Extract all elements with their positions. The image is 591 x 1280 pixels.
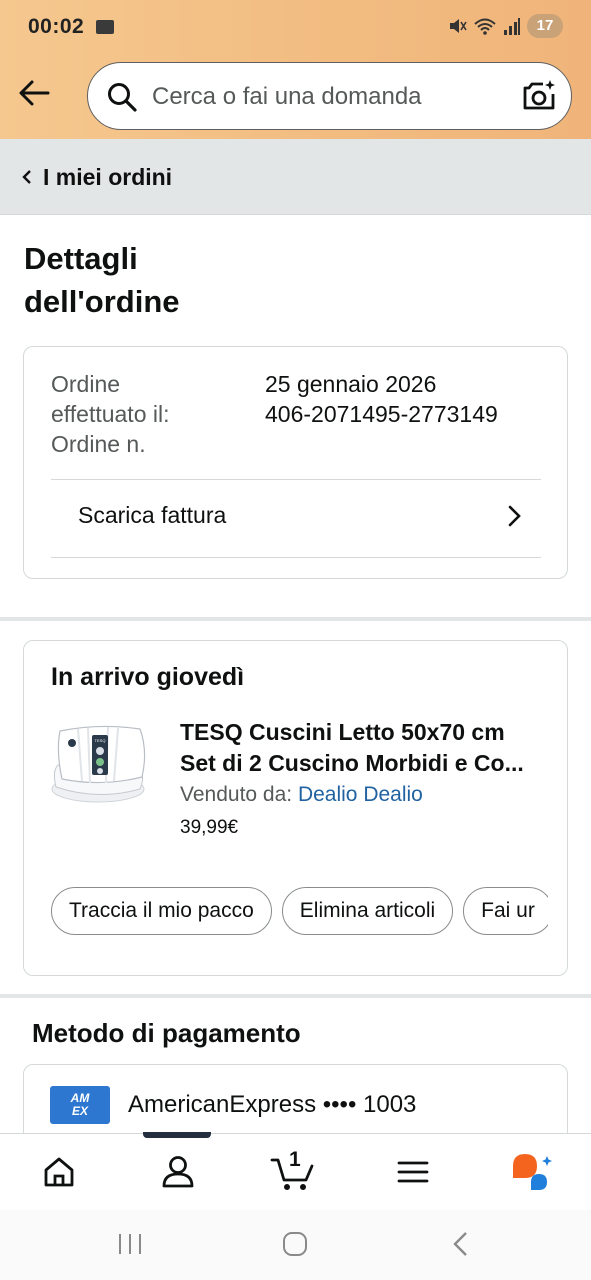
order-info-card: Ordine effettuato il: Ordine n. 25 genna… bbox=[23, 346, 568, 579]
search-icon bbox=[108, 83, 137, 112]
mute-icon bbox=[450, 19, 467, 33]
page-title-line1: Dettagli bbox=[24, 241, 138, 276]
order-placed-label-line1: Ordine bbox=[51, 371, 121, 397]
status-time: 00:02 bbox=[28, 15, 85, 38]
download-invoice-row[interactable]: Scarica fattura bbox=[51, 480, 541, 558]
payment-method-title: Metodo di pagamento bbox=[32, 1018, 301, 1048]
product-title-line1: TESQ Cuscini Letto 50x70 cm bbox=[180, 719, 505, 745]
user-icon[interactable] bbox=[161, 1152, 195, 1192]
seller-link[interactable]: Dealio Dealio bbox=[298, 783, 423, 806]
cart-button[interactable]: 1 bbox=[270, 1148, 318, 1192]
order-number-label: Ordine n. bbox=[51, 431, 146, 457]
page-title-line2: dell'ordine bbox=[24, 284, 180, 319]
bottom-nav: 1 bbox=[0, 1132, 591, 1210]
battery-badge: 17 bbox=[527, 14, 563, 38]
more-action-button[interactable]: Fai ur bbox=[463, 887, 548, 935]
amex-logo: AM EX bbox=[50, 1086, 110, 1124]
product-image[interactable]: TESQ bbox=[48, 721, 156, 809]
payment-card-text: AmericanExpress •••• 1003 bbox=[128, 1091, 417, 1118]
chevron-left-icon bbox=[22, 170, 31, 184]
product-price: 39,99€ bbox=[180, 817, 239, 838]
cart-count: 1 bbox=[289, 1148, 301, 1171]
menu-icon[interactable] bbox=[396, 1152, 430, 1192]
order-date: 25 gennaio 2026 bbox=[265, 371, 437, 397]
chevron-right-icon bbox=[508, 505, 521, 527]
home-button-icon[interactable] bbox=[282, 1231, 308, 1257]
system-back-icon[interactable] bbox=[450, 1231, 472, 1257]
order-labels: Ordine effettuato il: Ordine n. bbox=[51, 369, 170, 459]
remove-items-button[interactable]: Elimina articoli bbox=[281, 887, 454, 935]
breadcrumb-my-orders[interactable]: I miei ordini bbox=[43, 164, 172, 191]
rufus-icon[interactable] bbox=[509, 1152, 555, 1192]
camera-icon[interactable] bbox=[521, 78, 557, 114]
divider bbox=[51, 557, 541, 558]
breadcrumb[interactable]: I miei ordini bbox=[0, 139, 591, 215]
search-bar[interactable]: Cerca o fai una domanda bbox=[87, 62, 572, 130]
system-nav-bar bbox=[0, 1210, 591, 1280]
order-values: 25 gennaio 2026 406-2071495-2773149 bbox=[265, 369, 498, 429]
order-placed-label-line2: effettuato il: bbox=[51, 401, 170, 427]
shipment-card: In arrivo giovedì TESQ TESQ Cuscini Lett… bbox=[23, 640, 568, 976]
product-title[interactable]: TESQ Cuscini Letto 50x70 cm Set di 2 Cus… bbox=[180, 717, 548, 779]
seller-label: Venduto da: bbox=[180, 783, 293, 806]
home-icon[interactable] bbox=[42, 1152, 76, 1192]
section-divider bbox=[0, 617, 591, 621]
signal-icon bbox=[504, 18, 520, 35]
amex-logo-line2: EX bbox=[71, 1104, 88, 1118]
shipment-actions: Traccia il mio pacco Elimina articoli Fai … bbox=[51, 887, 548, 937]
seller-row: Venduto da: Dealio Dealio bbox=[180, 783, 423, 807]
mail-notification-icon bbox=[96, 20, 114, 34]
track-package-button[interactable]: Traccia il mio pacco bbox=[51, 887, 272, 935]
page-title: Dettagli dell'ordine bbox=[24, 237, 324, 323]
order-number: 406-2071495-2773149 bbox=[265, 401, 498, 427]
section-divider bbox=[0, 994, 591, 998]
status-icons: 17 bbox=[447, 14, 563, 38]
status-bar: 00:02 17 bbox=[0, 0, 591, 56]
download-invoice-label: Scarica fattura bbox=[78, 502, 227, 528]
product-image-brand: TESQ bbox=[95, 738, 106, 743]
recent-apps-icon[interactable] bbox=[116, 1231, 144, 1257]
back-arrow-icon[interactable] bbox=[16, 76, 52, 110]
active-tab-indicator bbox=[143, 1132, 211, 1138]
delivery-status: In arrivo giovedì bbox=[51, 663, 245, 691]
wifi-icon bbox=[474, 18, 496, 35]
search-input[interactable]: Cerca o fai una domanda bbox=[152, 83, 422, 111]
product-title-line2: Set di 2 Cuscino Morbidi e Co... bbox=[180, 750, 524, 776]
app-header: 00:02 17 Cerca o fai una domanda bbox=[0, 0, 591, 139]
